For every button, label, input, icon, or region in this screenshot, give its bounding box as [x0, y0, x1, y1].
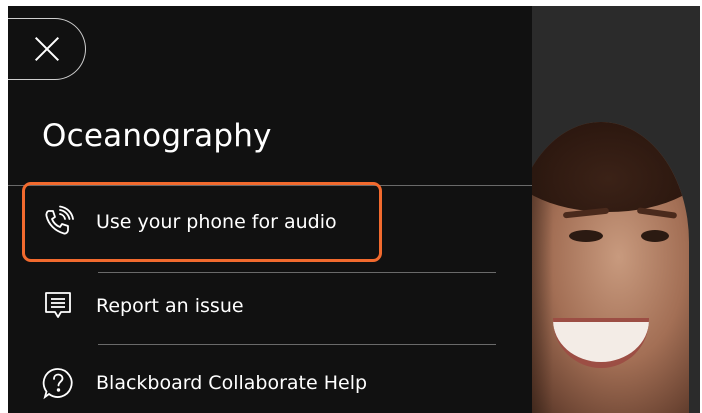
participant-eye-left	[569, 230, 603, 242]
menu-divider	[98, 272, 496, 273]
menu-item-label: Blackboard Collaborate Help	[96, 372, 368, 394]
session-menu-panel: Oceanography Use your phone for audio Re…	[8, 6, 532, 413]
report-issue-icon	[38, 286, 78, 326]
screenshot-margin	[0, 0, 8, 413]
menu-divider	[98, 344, 496, 345]
menu-item-report-issue[interactable]: Report an issue	[26, 278, 244, 334]
close-icon	[33, 35, 61, 63]
participant-brow-left	[562, 207, 610, 219]
highlight-outline	[22, 182, 382, 262]
participant-video	[513, 122, 689, 413]
collaborate-window: Oceanography Use your phone for audio Re…	[8, 6, 700, 413]
participant-smile	[553, 318, 649, 368]
menu-item-label: Report an issue	[96, 295, 244, 317]
menu-item-phone-audio[interactable]: Use your phone for audio	[22, 182, 382, 262]
help-icon	[38, 363, 78, 403]
participant-eye-right	[641, 230, 669, 242]
menu-item-help[interactable]: Blackboard Collaborate Help	[26, 355, 367, 411]
participant-brow-right	[636, 207, 678, 219]
session-title: Oceanography	[42, 118, 272, 154]
close-menu-button[interactable]	[8, 18, 86, 80]
